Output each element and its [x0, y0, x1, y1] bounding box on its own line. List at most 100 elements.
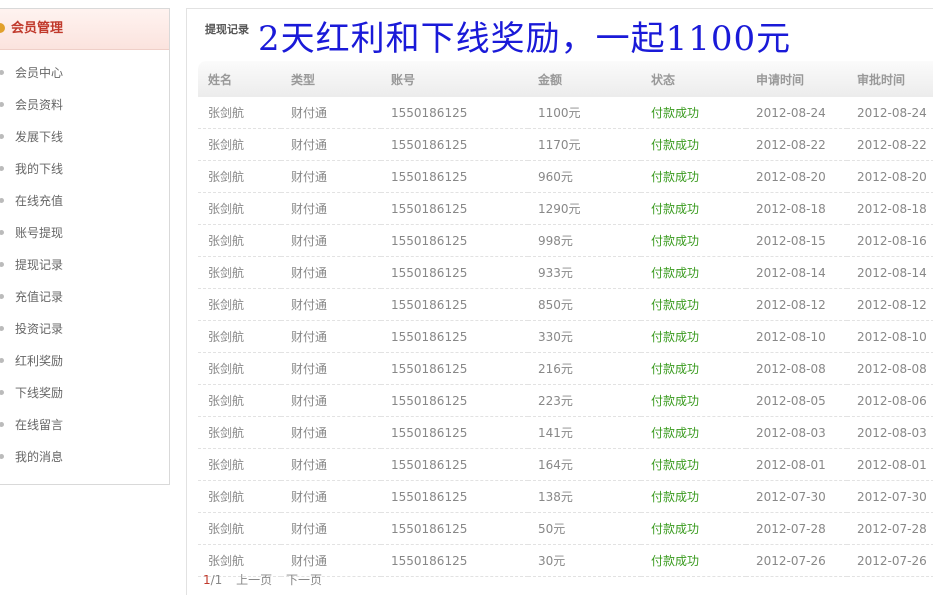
sidebar-item-my-messages[interactable]: 我的消息 — [0, 447, 169, 479]
promo-banner-text: 2天红利和下线奖励，一起1100元 — [258, 19, 792, 59]
cell-amount: 960元 — [528, 160, 641, 193]
cell-type: 财付通 — [281, 480, 381, 513]
cell-account: 1550186125 — [381, 480, 528, 513]
column-header-amount: 金额 — [538, 72, 563, 87]
cell-status: 付款成功 — [641, 544, 746, 577]
cell-name: 张剑航 — [198, 192, 281, 225]
pager-prev-link[interactable]: 上一页 — [236, 573, 272, 587]
cell-status: 付款成功 — [641, 480, 746, 513]
cell-status: 付款成功 — [641, 416, 746, 449]
table-header-row: 姓名 类型 账号 金额 状态 申请时间 审批时间 — [198, 61, 933, 97]
table-row: 张剑航 财付通 1550186125 138元 付款成功 2012-07-30 2012-0… — [198, 480, 933, 513]
cell-apply-time: 2012-08-15 — [746, 224, 847, 257]
sidebar-title: 会员管理 — [11, 21, 64, 36]
cell-type: 财付通 — [281, 192, 381, 225]
cell-apply-time: 2012-08-05 — [746, 384, 847, 417]
column-header-name: 姓名 — [208, 72, 233, 87]
cell-account: 1550186125 — [381, 544, 528, 577]
cell-amount: 50元 — [528, 512, 641, 545]
cell-name: 张剑航 — [198, 288, 281, 321]
cell-type: 财付通 — [281, 320, 381, 353]
sidebar-item-online-message[interactable]: 在线留言 — [0, 415, 169, 447]
cell-account: 1550186125 — [381, 128, 528, 161]
cell-account: 1550186125 — [381, 192, 528, 225]
pager-current-page: 1 — [203, 573, 211, 587]
cell-approve-time: 2012-08-03 — [847, 416, 933, 449]
cell-account: 1550186125 — [381, 256, 528, 289]
cell-status: 付款成功 — [641, 256, 746, 289]
sidebar-item-member-profile[interactable]: 会员资料 — [0, 95, 169, 127]
bullet-icon — [0, 358, 4, 363]
cell-apply-time: 2012-08-22 — [746, 128, 847, 161]
cell-status: 付款成功 — [641, 224, 746, 257]
sidebar-item-member-center[interactable]: 会员中心 — [0, 63, 169, 95]
main-header: 提现记录 2天红利和下线奖励，一起1100元 — [187, 9, 933, 59]
cell-account: 1550186125 — [381, 416, 528, 449]
sidebar-item-label: 我的消息 — [15, 450, 64, 464]
sidebar-header: 会员管理 — [0, 9, 169, 50]
sidebar-item-withdraw[interactable]: 账号提现 — [0, 223, 169, 255]
cell-type: 财付通 — [281, 256, 381, 289]
bullet-icon — [0, 294, 4, 299]
tab-withdraw-records: 提现记录 — [205, 23, 249, 36]
cell-approve-time: 2012-07-30 — [847, 480, 933, 513]
sidebar-item-label: 会员资料 — [15, 98, 64, 112]
sidebar-item-my-downline[interactable]: 我的下线 — [0, 159, 169, 191]
cell-apply-time: 2012-07-28 — [746, 512, 847, 545]
pagination: 1/1 上一页 下一页 — [203, 571, 322, 588]
cell-amount: 216元 — [528, 352, 641, 385]
table-row: 张剑航 财付通 1550186125 960元 付款成功 2012-08-20 2012-0… — [198, 160, 933, 193]
table-row: 张剑航 财付通 1550186125 1100元 付款成功 2012-08-24 2012-… — [198, 97, 933, 129]
cell-approve-time: 2012-08-18 — [847, 192, 933, 225]
cell-approve-time: 2012-08-01 — [847, 448, 933, 481]
cell-status: 付款成功 — [641, 512, 746, 545]
cell-type: 财付通 — [281, 512, 381, 545]
cell-apply-time: 2012-08-14 — [746, 256, 847, 289]
sidebar-item-recruit[interactable]: 发展下线 — [0, 127, 169, 159]
cell-approve-time: 2012-08-16 — [847, 224, 933, 257]
sidebar-item-label: 会员中心 — [15, 66, 64, 80]
bullet-icon — [0, 134, 4, 139]
bullet-icon — [0, 454, 4, 459]
table-row: 张剑航 财付通 1550186125 1290元 付款成功 2012-08-18 2012-… — [198, 192, 933, 225]
table-row: 张剑航 财付通 1550186125 223元 付款成功 2012-08-05 2012-0… — [198, 384, 933, 417]
cell-status: 付款成功 — [641, 448, 746, 481]
cell-apply-time: 2012-08-24 — [746, 97, 847, 129]
column-header-approve-time: 审批时间 — [857, 72, 906, 87]
cell-name: 张剑航 — [198, 128, 281, 161]
sidebar-item-online-recharge[interactable]: 在线充值 — [0, 191, 169, 223]
table-row: 张剑航 财付通 1550186125 330元 付款成功 2012-08-10 2012-0… — [198, 320, 933, 353]
cell-amount: 933元 — [528, 256, 641, 289]
member-icon — [0, 23, 5, 33]
cell-name: 张剑航 — [198, 352, 281, 385]
pager-next-link[interactable]: 下一页 — [286, 573, 322, 587]
cell-apply-time: 2012-08-12 — [746, 288, 847, 321]
sidebar-item-withdraw-records[interactable]: 提现记录 — [0, 255, 169, 287]
cell-status: 付款成功 — [641, 288, 746, 321]
cell-account: 1550186125 — [381, 384, 528, 417]
sidebar-item-investment-records[interactable]: 投资记录 — [0, 319, 169, 351]
cell-type: 财付通 — [281, 97, 381, 129]
cell-account: 1550186125 — [381, 352, 528, 385]
sidebar-item-recharge-records[interactable]: 充值记录 — [0, 287, 169, 319]
cell-approve-time: 2012-08-12 — [847, 288, 933, 321]
sidebar: 会员管理 会员中心 会员资料 发展下线 我的下线 在线充值 账号提现 提现记录 … — [0, 8, 170, 485]
cell-approve-time: 2012-08-20 — [847, 160, 933, 193]
cell-amount: 138元 — [528, 480, 641, 513]
cell-type: 财付通 — [281, 128, 381, 161]
sidebar-item-dividend-rewards[interactable]: 红利奖励 — [0, 351, 169, 383]
cell-account: 1550186125 — [381, 512, 528, 545]
cell-status: 付款成功 — [641, 128, 746, 161]
cell-type: 财付通 — [281, 416, 381, 449]
pager-total-pages: /1 — [210, 573, 223, 587]
table-row: 张剑航 财付通 1550186125 141元 付款成功 2012-08-03 2012-0… — [198, 416, 933, 449]
sidebar-item-label: 发展下线 — [15, 130, 64, 144]
sidebar-item-downline-rewards[interactable]: 下线奖励 — [0, 383, 169, 415]
table-row: 张剑航 财付通 1550186125 998元 付款成功 2012-08-15 2012-0… — [198, 224, 933, 257]
cell-amount: 141元 — [528, 416, 641, 449]
bullet-icon — [0, 166, 4, 171]
cell-name: 张剑航 — [198, 224, 281, 257]
table-row: 张剑航 财付通 1550186125 850元 付款成功 2012-08-12 2012-0… — [198, 288, 933, 321]
sidebar-menu: 会员中心 会员资料 发展下线 我的下线 在线充值 账号提现 提现记录 充值记录 … — [0, 50, 169, 479]
table-body: 张剑航 财付通 1550186125 1100元 付款成功 2012-08-24 2012-… — [198, 97, 933, 577]
